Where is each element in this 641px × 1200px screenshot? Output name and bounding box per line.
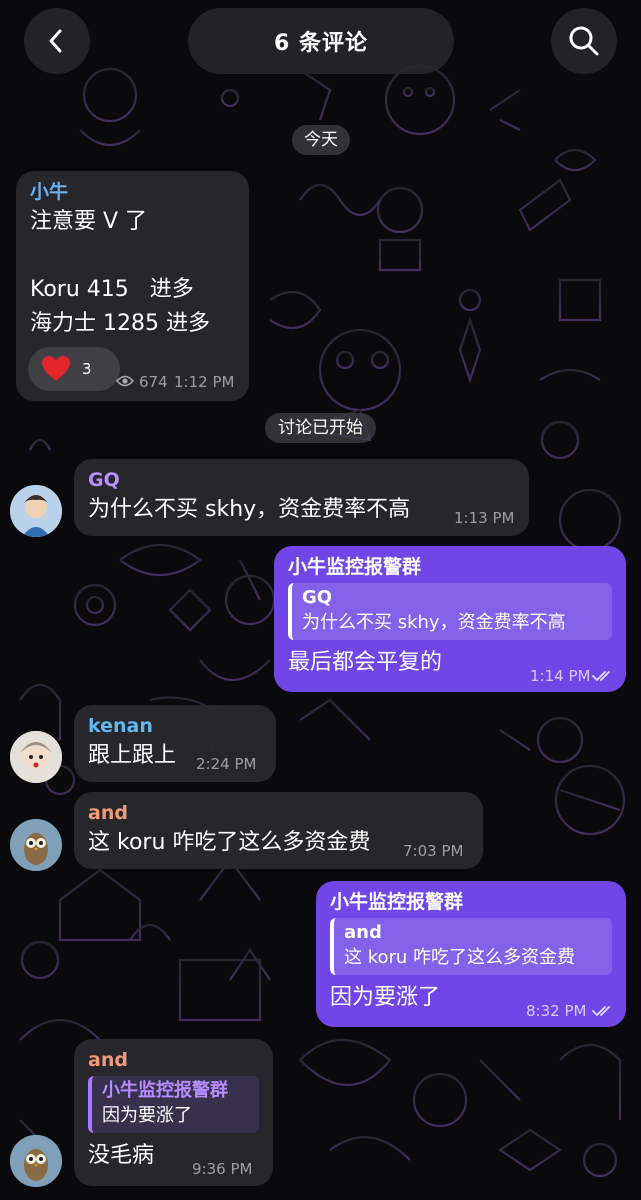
page-title: 6 条评论 bbox=[188, 8, 454, 74]
quote-sender: 小牛监控报警群 bbox=[102, 1080, 228, 1101]
discussion-started-chip: 讨论已开始 bbox=[265, 413, 376, 443]
avatar-kenan[interactable] bbox=[10, 731, 62, 783]
sender-name: GQ bbox=[88, 469, 120, 491]
back-button[interactable] bbox=[24, 8, 90, 74]
quote-sender: and bbox=[344, 922, 382, 943]
sender-name: kenan bbox=[88, 715, 153, 737]
double-check-icon bbox=[592, 671, 610, 682]
channel-post-bubble[interactable]: 小牛 注意要 V 了 Koru 415 进多 海力士 1285 进多 3 674… bbox=[16, 171, 249, 401]
message-time: 7:03 PM bbox=[403, 842, 464, 860]
sender-name: 小牛监控报警群 bbox=[330, 891, 464, 913]
avatar-image bbox=[10, 485, 62, 537]
avatar-and[interactable] bbox=[10, 819, 62, 871]
message-time: 9:36 PM bbox=[192, 1160, 253, 1178]
quote-sender: GQ bbox=[302, 587, 333, 608]
message-time: 1:13 PM bbox=[454, 509, 515, 527]
avatar-image bbox=[10, 731, 62, 783]
search-button[interactable] bbox=[551, 8, 617, 74]
message-bubble-and[interactable]: and 这 koru 咋吃了这么多资金费 7:03 PM bbox=[74, 792, 483, 869]
date-separator: 今天 bbox=[292, 125, 350, 155]
reply-quote[interactable]: and 这 koru 咋吃了这么多资金费 bbox=[330, 918, 612, 975]
message-line: 注意要 V 了 bbox=[30, 209, 148, 234]
message-bubble-kenan[interactable]: kenan 跟上跟上 2:24 PM bbox=[74, 705, 276, 782]
heart-icon bbox=[42, 356, 70, 381]
message-line bbox=[30, 239, 235, 273]
message-time: 1:12 PM bbox=[174, 373, 235, 391]
sender-name: and bbox=[88, 1049, 128, 1071]
view-count: 674 bbox=[139, 373, 168, 391]
search-icon bbox=[569, 26, 599, 56]
reaction-chip[interactable]: 3 bbox=[28, 347, 120, 391]
message-text: 为什么不买 skhy，资金费率不高 bbox=[88, 497, 411, 522]
message-time: 1:14 PM bbox=[530, 667, 591, 685]
quote-text: 这 koru 咋吃了这么多资金费 bbox=[344, 947, 576, 968]
owl-avatar-icon bbox=[10, 1135, 62, 1187]
message-line: Koru 415 进多 bbox=[30, 277, 194, 302]
reply-quote[interactable]: 小牛监控报警群 因为要涨了 bbox=[88, 1076, 259, 1133]
avatar-and[interactable] bbox=[10, 1135, 62, 1187]
sender-name: 小牛监控报警群 bbox=[288, 556, 422, 578]
double-check-icon bbox=[592, 1006, 610, 1017]
reply-quote[interactable]: GQ 为什么不买 skhy，资金费率不高 bbox=[288, 583, 612, 640]
avatar-gq[interactable] bbox=[10, 485, 62, 537]
quote-text: 因为要涨了 bbox=[102, 1105, 192, 1126]
sender-name: 小牛 bbox=[30, 181, 69, 203]
message-bubble-outgoing[interactable]: 小牛监控报警群 GQ 为什么不买 skhy，资金费率不高 最后都会平复的 1:1… bbox=[274, 546, 626, 692]
message-bubble-outgoing[interactable]: 小牛监控报警群 and 这 koru 咋吃了这么多资金费 因为要涨了 8:32 … bbox=[316, 881, 626, 1027]
message-bubble-gq[interactable]: GQ 为什么不买 skhy，资金费率不高 1:13 PM bbox=[74, 459, 529, 536]
message-line: 海力士 1285 进多 bbox=[30, 311, 210, 336]
quote-text: 为什么不买 skhy，资金费率不高 bbox=[302, 612, 566, 633]
owl-avatar-icon bbox=[10, 819, 62, 871]
message-bubble-and[interactable]: and 小牛监控报警群 因为要涨了 没毛病 9:36 PM bbox=[74, 1039, 273, 1186]
reaction-count: 3 bbox=[82, 360, 92, 378]
chevron-left-icon bbox=[49, 29, 62, 53]
sender-name: and bbox=[88, 802, 128, 824]
message-time: 2:24 PM bbox=[196, 755, 257, 773]
message-time: 8:32 PM bbox=[526, 1002, 587, 1020]
eye-icon bbox=[116, 375, 134, 387]
